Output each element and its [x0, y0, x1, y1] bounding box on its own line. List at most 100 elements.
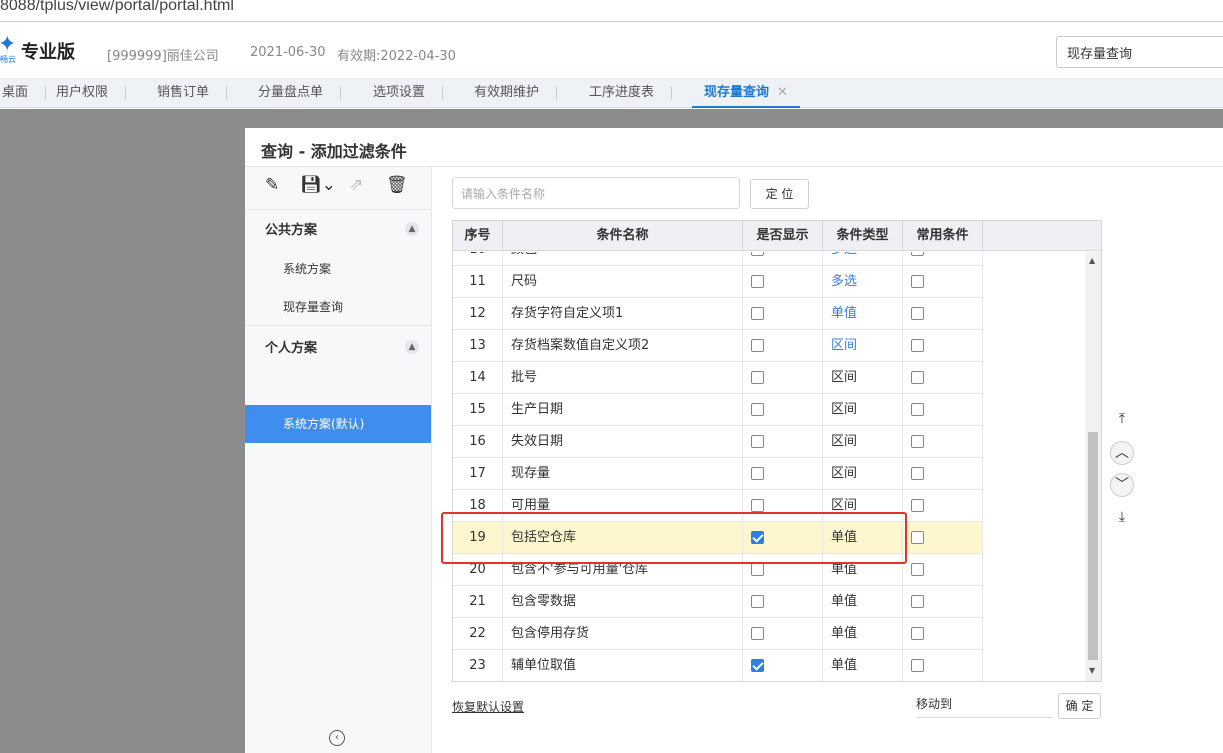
condition-type[interactable]: 区间	[823, 330, 903, 362]
tab-options[interactable]: 选项设置	[373, 78, 444, 108]
tab-stock-query[interactable]: 现存量查询 ✕	[692, 78, 800, 108]
move-down-icon[interactable]: ﹀	[1110, 473, 1134, 497]
show-checkbox[interactable]	[751, 403, 764, 416]
condition-name: 存货字符自定义项1	[503, 298, 743, 330]
condition-type[interactable]: 多选	[823, 266, 903, 298]
public-scheme-heading[interactable]: 公共方案	[265, 219, 317, 238]
table-row[interactable]: 17 现存量 区间	[453, 458, 983, 490]
row-number: 11	[453, 266, 503, 298]
scroll-up-icon[interactable]: ▲	[1089, 256, 1095, 265]
show-checkbox[interactable]	[751, 252, 764, 256]
save-icon[interactable]: 💾︎⌄	[300, 175, 336, 195]
common-checkbox[interactable]	[911, 563, 924, 576]
show-checkbox[interactable]	[751, 499, 764, 512]
login-date: 2021-06-30	[250, 45, 326, 60]
common-checkbox[interactable]	[911, 403, 924, 416]
tab-user-permissions[interactable]: 用户权限	[56, 78, 127, 108]
move-top-icon[interactable]: ⤒	[1110, 408, 1134, 432]
show-checkbox[interactable]	[751, 563, 764, 576]
show-cell	[743, 252, 823, 266]
tab-stock-query-label: 现存量查询	[704, 85, 770, 100]
show-checkbox[interactable]	[751, 339, 764, 352]
scroll-down-icon[interactable]: ▼	[1089, 666, 1095, 675]
table-row[interactable]: 23 辅单位取值 单值	[453, 650, 983, 681]
chevron-up-icon[interactable]: ▲	[405, 340, 419, 354]
col-header-show: 是否显示	[743, 221, 823, 251]
tab-sales-order[interactable]: 销售订单	[157, 78, 228, 108]
table-row[interactable]: 10颜色 多选	[453, 252, 983, 266]
common-checkbox[interactable]	[911, 499, 924, 512]
common-checkbox[interactable]	[911, 595, 924, 608]
tab-expiry-maintenance[interactable]: 有效期维护	[474, 78, 558, 108]
common-checkbox[interactable]	[911, 659, 924, 672]
move-up-icon[interactable]: ︿	[1110, 441, 1134, 465]
chevron-up-icon[interactable]: ▲	[405, 222, 419, 236]
move-bottom-icon[interactable]: ⤓	[1110, 506, 1134, 530]
common-checkbox[interactable]	[911, 252, 924, 256]
show-checkbox[interactable]	[751, 659, 764, 672]
condition-name: 存货档案数值自定义项2	[503, 330, 743, 362]
trash-icon[interactable]: 🗑︎	[386, 175, 408, 195]
show-checkbox[interactable]	[751, 595, 764, 608]
common-checkbox[interactable]	[911, 371, 924, 384]
common-checkbox[interactable]	[911, 531, 924, 544]
table-row[interactable]: 11 尺码 多选	[453, 266, 983, 298]
table-row[interactable]: 14 批号 区间	[453, 362, 983, 394]
common-checkbox[interactable]	[911, 627, 924, 640]
table-row[interactable]: 21 包含零数据 单值	[453, 586, 983, 618]
confirm-button[interactable]: 确 定	[1058, 693, 1101, 719]
show-checkbox[interactable]	[751, 307, 764, 320]
condition-name: 批号	[503, 362, 743, 394]
condition-name: 颜色	[503, 252, 743, 266]
common-checkbox[interactable]	[911, 435, 924, 448]
locate-button[interactable]: 定 位	[750, 179, 809, 209]
row-number: 21	[453, 586, 503, 618]
restore-default-link[interactable]: 恢复默认设置	[452, 698, 524, 715]
show-checkbox[interactable]	[751, 275, 764, 288]
table-row[interactable]: 22 包含停用存货 单值	[453, 618, 983, 650]
condition-type: 区间	[823, 394, 903, 426]
condition-type[interactable]: 单值	[823, 298, 903, 330]
scheme-item-stock-query[interactable]: 现存量查询	[283, 298, 343, 315]
condition-search-input[interactable]: 请输入条件名称	[452, 177, 740, 209]
close-icon[interactable]: ✕	[777, 85, 788, 100]
common-checkbox[interactable]	[911, 275, 924, 288]
show-checkbox[interactable]	[751, 467, 764, 480]
table-row[interactable]: 16 失效日期 区间	[453, 426, 983, 458]
scheme-item-system[interactable]: 系统方案	[283, 260, 331, 277]
common-cell	[903, 490, 983, 522]
common-checkbox[interactable]	[911, 467, 924, 480]
scheme-item-default[interactable]: 系统方案(默认)	[245, 405, 431, 443]
tab-stocktake[interactable]: 分量盘点单	[258, 78, 342, 108]
move-to-input[interactable]: 移动到	[916, 694, 1053, 718]
tab-process-progress[interactable]: 工序进度表	[589, 78, 673, 108]
filter-dialog: 查询 - 添加过滤条件 ✎ 💾︎⌄ ⇗ 🗑︎ 公共方案 ▲ 系统方案 现存量查询…	[245, 128, 1223, 753]
pencil-icon[interactable]: ✎	[265, 175, 279, 195]
export-icon[interactable]: ⇗	[349, 175, 363, 195]
show-checkbox[interactable]	[751, 435, 764, 448]
address-bar[interactable]: 8088/tplus/view/portal/portal.html	[0, 0, 1223, 22]
menu-search-input[interactable]: 现存量查询	[1056, 36, 1223, 68]
scrollbar-thumb[interactable]	[1088, 432, 1098, 660]
row-number: 17	[453, 458, 503, 490]
show-checkbox[interactable]	[751, 627, 764, 640]
condition-type[interactable]: 多选	[823, 252, 903, 266]
condition-name: 包含停用存货	[503, 618, 743, 650]
table-row[interactable]: 12 存货字符自定义项1 单值	[453, 298, 983, 330]
common-checkbox[interactable]	[911, 339, 924, 352]
scrollbar[interactable]: ▲ ▼	[1085, 252, 1101, 681]
divider	[245, 209, 431, 210]
common-checkbox[interactable]	[911, 307, 924, 320]
condition-type: 单值	[823, 650, 903, 681]
common-cell	[903, 426, 983, 458]
personal-scheme-heading[interactable]: 个人方案	[265, 337, 317, 356]
show-checkbox[interactable]	[751, 371, 764, 384]
row-number: 14	[453, 362, 503, 394]
url-text: 8088/tplus/view/portal/portal.html	[0, 0, 234, 14]
table-row[interactable]: 15 生产日期 区间	[453, 394, 983, 426]
tab-desktop[interactable]: 桌面	[2, 78, 47, 108]
show-cell	[743, 330, 823, 362]
table-row[interactable]: 13 存货档案数值自定义项2 区间	[453, 330, 983, 362]
show-cell	[743, 586, 823, 618]
collapse-icon[interactable]: ‹	[329, 730, 345, 746]
